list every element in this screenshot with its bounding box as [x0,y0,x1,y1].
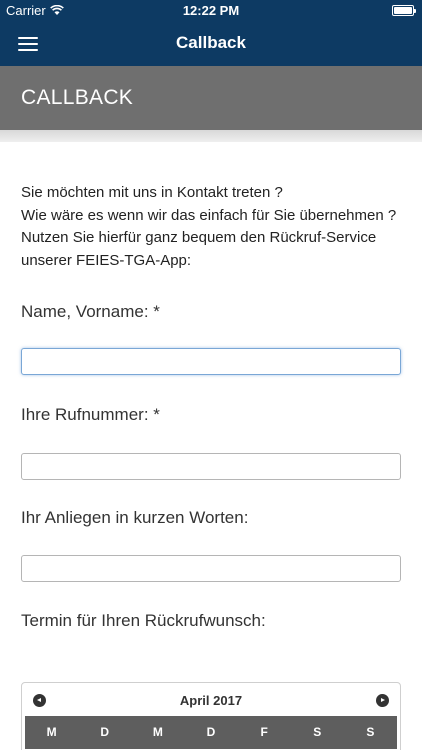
calendar-header: April 2017 [22,683,400,716]
weekday-row: M D M D F S S [25,716,397,749]
name-label: Name, Vorname: * [21,302,160,321]
concern-input[interactable] [21,555,401,582]
calendar-month: April 2017 [179,693,243,708]
phone-label: Ihre Rufnummer: * [21,405,160,424]
date-label: Termin für Ihren Rückrufwunsch: [21,611,266,630]
nav-title: Callback [176,33,246,52]
weekday-tue: D [100,725,110,739]
callback-form: Sie möchten mit uns in Kontakt treten ? … [21,182,401,631]
intro-line-2: Wie wäre es wenn wir das einfach für Sie… [21,206,397,224]
status-time: 12:22 PM [182,3,240,18]
page-header: CALLBACK [0,66,422,130]
nav-bar: Callback [0,22,422,66]
concern-label: Ihr Anliegen in kurzen Worten: [21,508,249,527]
next-month-icon[interactable] [376,694,389,707]
weekday-sat: S [313,725,322,739]
intro-text: Sie möchten mit uns in Kontakt treten ? … [21,182,401,272]
name-input[interactable] [21,348,401,375]
status-bar: Carrier 12:22 PM [0,0,422,22]
header-divider [0,130,422,142]
weekday-fri: F [260,725,268,739]
weekday-thu: D [206,725,216,739]
date-picker: April 2017 M D M D F S S [21,682,401,750]
page-title: CALLBACK [21,86,134,109]
weekday-mon: M [46,725,57,739]
battery-icon [392,5,416,16]
intro-line-3: Nutzen Sie hierfür ganz bequem den Rückr… [21,229,377,269]
weekday-sun: S [366,725,375,739]
weekday-wed: M [152,725,163,739]
phone-input[interactable] [21,453,401,480]
intro-line-1: Sie möchten mit uns in Kontakt treten ? [21,184,283,201]
